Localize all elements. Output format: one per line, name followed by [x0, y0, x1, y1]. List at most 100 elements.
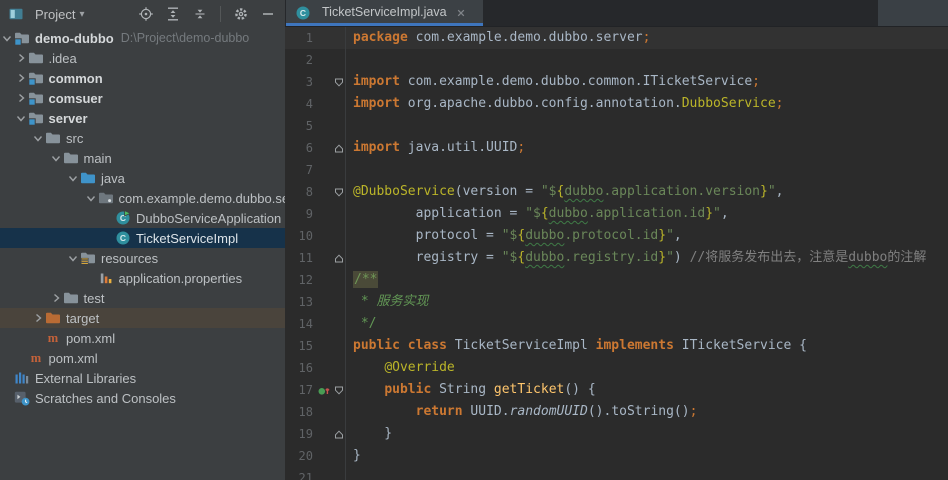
token: 的注解	[887, 250, 926, 265]
code-line-3[interactable]: 3import com.example.demo.dubbo.common.IT…	[285, 71, 948, 93]
code-line-2[interactable]: 2	[285, 49, 948, 71]
tree-row-dubboserviceapplication[interactable]: CDubboServiceApplication	[0, 208, 285, 228]
chevron-down-icon[interactable]	[66, 251, 80, 265]
code-line-7[interactable]: 7	[285, 159, 948, 181]
code-line-9[interactable]: 9 application = "${dubbo.application.id}…	[285, 203, 948, 225]
code-text[interactable]: return UUID.randomUUID().toString();	[345, 401, 948, 423]
code-text[interactable]: application = "${dubbo.application.id}",	[345, 203, 948, 225]
fold-down-icon[interactable]	[332, 181, 345, 203]
tree-row-scratches-and-consoles[interactable]: Scratches and Consoles	[0, 388, 285, 408]
tree-row-com-example-demo-dubbo-se[interactable]: com.example.demo.dubbo.se	[0, 188, 285, 208]
editor-tab-bar: C TicketServiceImpl.java	[285, 0, 948, 27]
code-line-10[interactable]: 10 protocol = "${dubbo.protocol.id}",	[285, 225, 948, 247]
locate-icon[interactable]	[137, 5, 155, 23]
fold-spacer	[332, 225, 345, 247]
code-line-14[interactable]: 14 */	[285, 313, 948, 335]
token: DubboService	[682, 96, 776, 111]
hide-icon[interactable]	[259, 5, 277, 23]
code-text[interactable]: protocol = "${dubbo.protocol.id}",	[345, 225, 948, 247]
code-text[interactable]: public class TicketServiceImpl implement…	[345, 335, 948, 357]
code-text[interactable]: import com.example.demo.dubbo.common.ITi…	[345, 71, 948, 93]
code-line-4[interactable]: 4import org.apache.dubbo.config.annotati…	[285, 93, 948, 115]
gutter-spacer	[316, 423, 332, 445]
chevron-right-icon[interactable]	[14, 91, 28, 105]
editor-tab-ticketserviceimpl[interactable]: C TicketServiceImpl.java	[286, 0, 483, 26]
code-line-16[interactable]: 16 @Override	[285, 357, 948, 379]
tree-row-pom-xml[interactable]: mpom.xml	[0, 328, 285, 348]
code-line-12[interactable]: 12/**	[285, 269, 948, 291]
code-text[interactable]	[345, 159, 948, 181]
tree-row-ticketserviceimpl[interactable]: CTicketServiceImpl	[0, 228, 285, 248]
chevron-right-icon[interactable]	[14, 51, 28, 65]
tree-row-common[interactable]: common	[0, 68, 285, 88]
code-line-18[interactable]: 18 return UUID.randomUUID().toString();	[285, 401, 948, 423]
chevron-down-icon[interactable]: ▾	[79, 9, 84, 20]
code-text[interactable]: import org.apache.dubbo.config.annotatio…	[345, 93, 948, 115]
expand-all-icon[interactable]	[164, 5, 182, 23]
code-text[interactable]	[345, 115, 948, 137]
code-text[interactable]: @DubboService(version = "${dubbo.applica…	[345, 181, 948, 203]
code-text[interactable]: }	[345, 445, 948, 467]
code-line-8[interactable]: 8@DubboService(version = "${dubbo.applic…	[285, 181, 948, 203]
gutter-spacer	[316, 159, 332, 181]
tree-row-server[interactable]: server	[0, 108, 285, 128]
tree-row-test[interactable]: test	[0, 288, 285, 308]
fold-up-icon[interactable]	[332, 247, 345, 269]
code-text[interactable]: /**	[345, 269, 948, 291]
tree-row-application-properties[interactable]: application.properties	[0, 268, 285, 288]
fold-down-icon[interactable]	[332, 379, 345, 401]
chevron-down-icon[interactable]	[66, 171, 80, 185]
tree-row-resources[interactable]: resources	[0, 248, 285, 268]
code-text[interactable]: public String getTicket() {	[345, 379, 948, 401]
overrides-method-icon[interactable]	[316, 379, 332, 401]
chevron-right-icon[interactable]	[49, 291, 63, 305]
token: () {	[564, 382, 595, 397]
tree-row-demo-dubbo[interactable]: demo-dubboD:\Project\demo-dubbo	[0, 28, 285, 48]
tree-row-java[interactable]: java	[0, 168, 285, 188]
code-editor[interactable]: 1package com.example.demo.dubbo.server;2…	[285, 27, 948, 480]
tree-row-pom-xml[interactable]: mpom.xml	[0, 348, 285, 368]
tree-row-external-libraries[interactable]: External Libraries	[0, 368, 285, 388]
fold-up-icon[interactable]	[332, 137, 345, 159]
tree-row-idea[interactable]: .idea	[0, 48, 285, 68]
code-text[interactable]: }	[345, 423, 948, 445]
code-text[interactable]	[345, 467, 948, 480]
close-icon[interactable]	[453, 5, 469, 21]
chevron-down-icon[interactable]	[49, 151, 63, 165]
code-line-21[interactable]: 21	[285, 467, 948, 480]
code-line-15[interactable]: 15public class TicketServiceImpl impleme…	[285, 335, 948, 357]
code-line-5[interactable]: 5	[285, 115, 948, 137]
tree-row-comsuer[interactable]: comsuer	[0, 88, 285, 108]
collapse-all-icon[interactable]	[191, 5, 209, 23]
fold-down-icon[interactable]	[332, 71, 345, 93]
chevron-down-icon[interactable]	[84, 191, 98, 205]
code-line-1[interactable]: 1package com.example.demo.dubbo.server;	[285, 27, 948, 49]
code-text[interactable]: package com.example.demo.dubbo.server;	[345, 27, 948, 49]
tree-row-target[interactable]: target	[0, 308, 285, 328]
code-text[interactable]: @Override	[345, 357, 948, 379]
code-line-20[interactable]: 20}	[285, 445, 948, 467]
token: dubbo	[848, 250, 887, 265]
chevron-right-icon[interactable]	[14, 71, 28, 85]
code-line-11[interactable]: 11 registry = "${dubbo.registry.id}") //…	[285, 247, 948, 269]
token: getTicket	[494, 382, 564, 397]
tree-row-src[interactable]: src	[0, 128, 285, 148]
code-line-6[interactable]: 6import java.util.UUID;	[285, 137, 948, 159]
code-line-17[interactable]: 17 public String getTicket() {	[285, 379, 948, 401]
chevron-down-icon[interactable]	[0, 31, 14, 45]
code-text[interactable]: import java.util.UUID;	[345, 137, 948, 159]
code-line-13[interactable]: 13 * 服务实现	[285, 291, 948, 313]
code-text[interactable]: registry = "${dubbo.registry.id}") //将服务…	[345, 247, 948, 269]
fold-up-icon[interactable]	[332, 423, 345, 445]
code-text[interactable]	[345, 49, 948, 71]
project-view-title[interactable]: Project	[35, 7, 75, 22]
token: ,	[721, 206, 729, 221]
settings-icon[interactable]	[232, 5, 250, 23]
chevron-right-icon[interactable]	[31, 311, 45, 325]
code-text[interactable]: * 服务实现	[345, 291, 948, 313]
code-text[interactable]: */	[345, 313, 948, 335]
code-line-19[interactable]: 19 }	[285, 423, 948, 445]
chevron-down-icon[interactable]	[31, 131, 45, 145]
tree-row-main[interactable]: main	[0, 148, 285, 168]
chevron-down-icon[interactable]	[14, 111, 28, 125]
